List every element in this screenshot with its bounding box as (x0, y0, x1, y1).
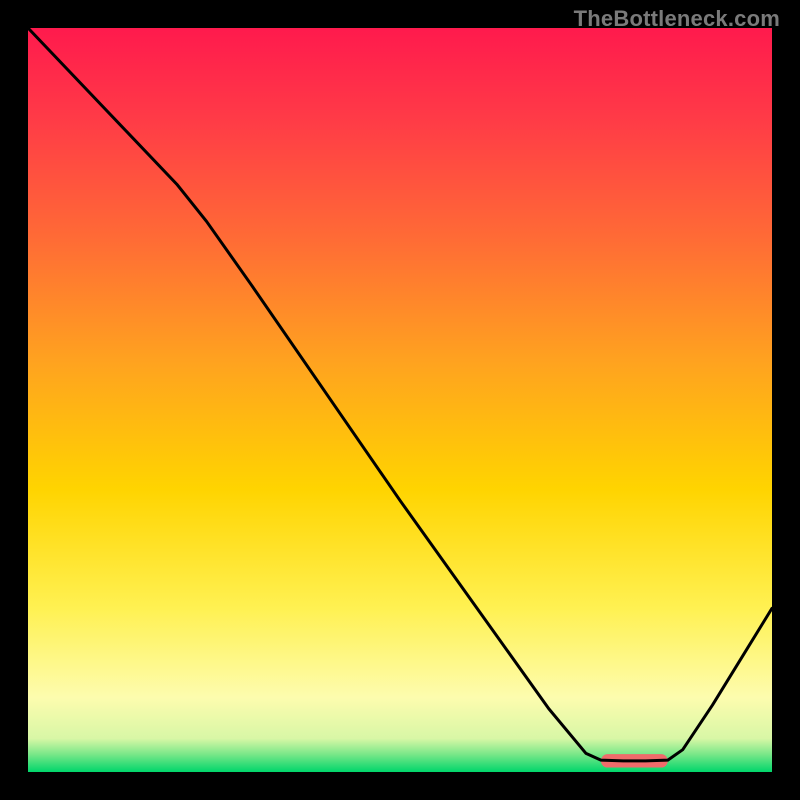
watermark-label: TheBottleneck.com (574, 6, 780, 32)
chart-svg (28, 28, 772, 772)
gradient-background (28, 28, 772, 772)
chart-frame (28, 28, 772, 772)
